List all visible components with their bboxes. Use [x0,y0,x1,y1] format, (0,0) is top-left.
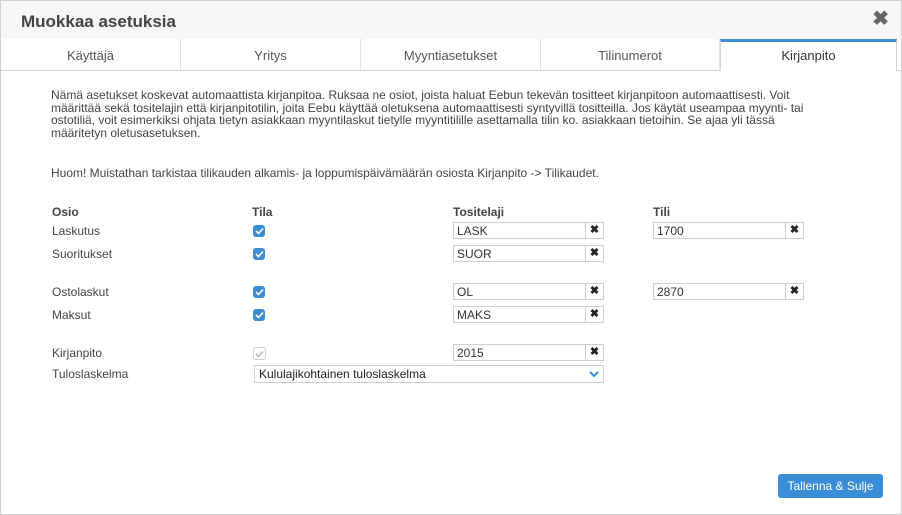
laskutus-tositelaji-field[interactable]: LASK ✖ [453,222,604,239]
row-label-laskutus: Laskutus [52,224,101,238]
tuloslaskelma-select[interactable]: Kululajikohtainen tuloslaskelma [254,365,604,383]
clear-icon[interactable]: ✖ [585,307,603,322]
field-value: MAKS [457,308,492,322]
field-value: OL [457,285,474,299]
clear-icon[interactable]: ✖ [585,345,603,360]
close-icon[interactable]: ✖ [872,9,889,29]
tab-kayttaja[interactable]: Käyttäjä [1,39,181,70]
tab-tilinumerot[interactable]: Tilinumerot [541,39,720,70]
row-label-maksut: Maksut [52,308,91,322]
intro-note: Huom! Muistathan tarkistaa tilikauden al… [51,166,599,180]
chevron-down-icon [588,367,600,386]
field-value: SUOR [457,247,492,261]
tab-kirjanpito[interactable]: Kirjanpito [720,39,897,71]
field-value: LASK [457,224,488,238]
settings-dialog: Muokkaa asetuksia ✖ Käyttäjä Yritys Myyn… [0,0,902,515]
clear-icon[interactable]: ✖ [785,284,803,299]
kirjanpito-checkbox [253,347,266,360]
row-label-suoritukset: Suoritukset [52,247,113,261]
ostolaskut-checkbox[interactable] [253,286,265,298]
dialog-header: Muokkaa asetuksia ✖ [1,1,901,40]
header-osio: Osio [52,205,79,219]
header-tili: Tili [653,205,671,219]
row-label-tuloslaskelma: Tuloslaskelma [52,367,129,381]
clear-icon[interactable]: ✖ [585,246,603,261]
clear-icon[interactable]: ✖ [585,284,603,299]
field-value: 2870 [657,285,684,299]
kirjanpito-tositelaji-field[interactable]: 2015 ✖ [453,344,604,361]
tab-myyntiasetukset[interactable]: Myyntiasetukset [361,39,541,70]
header-tositelaji: Tositelaji [453,205,505,219]
tab-bar: Käyttäjä Yritys Myyntiasetukset Tilinume… [1,39,901,71]
maksut-checkbox[interactable] [253,309,265,321]
header-tila: Tila [252,205,273,219]
intro-line: määritetyn oletusasetuksen. [51,125,201,140]
ostolaskut-tili-field[interactable]: 2870 ✖ [653,283,804,300]
laskutus-tili-field[interactable]: 1700 ✖ [653,222,804,239]
maksut-tositelaji-field[interactable]: MAKS ✖ [453,306,604,323]
tab-yritys[interactable]: Yritys [181,39,361,70]
field-value: 1700 [657,224,684,238]
ostolaskut-tositelaji-field[interactable]: OL ✖ [453,283,604,300]
row-label-ostolaskut: Ostolaskut [52,285,109,299]
field-value: 2015 [457,346,484,360]
clear-icon[interactable]: ✖ [585,223,603,238]
row-label-kirjanpito: Kirjanpito [52,346,103,360]
save-close-button[interactable]: Tallenna & Sulje [778,474,883,498]
clear-icon[interactable]: ✖ [785,223,803,238]
suoritukset-tositelaji-field[interactable]: SUOR ✖ [453,245,604,262]
laskutus-checkbox[interactable] [253,225,265,237]
select-value: Kululajikohtainen tuloslaskelma [259,367,426,381]
intro-text: Nämä asetukset koskevat automaattista ki… [51,89,871,180]
suoritukset-checkbox[interactable] [253,248,265,260]
dialog-title: Muokkaa asetuksia [21,12,176,31]
